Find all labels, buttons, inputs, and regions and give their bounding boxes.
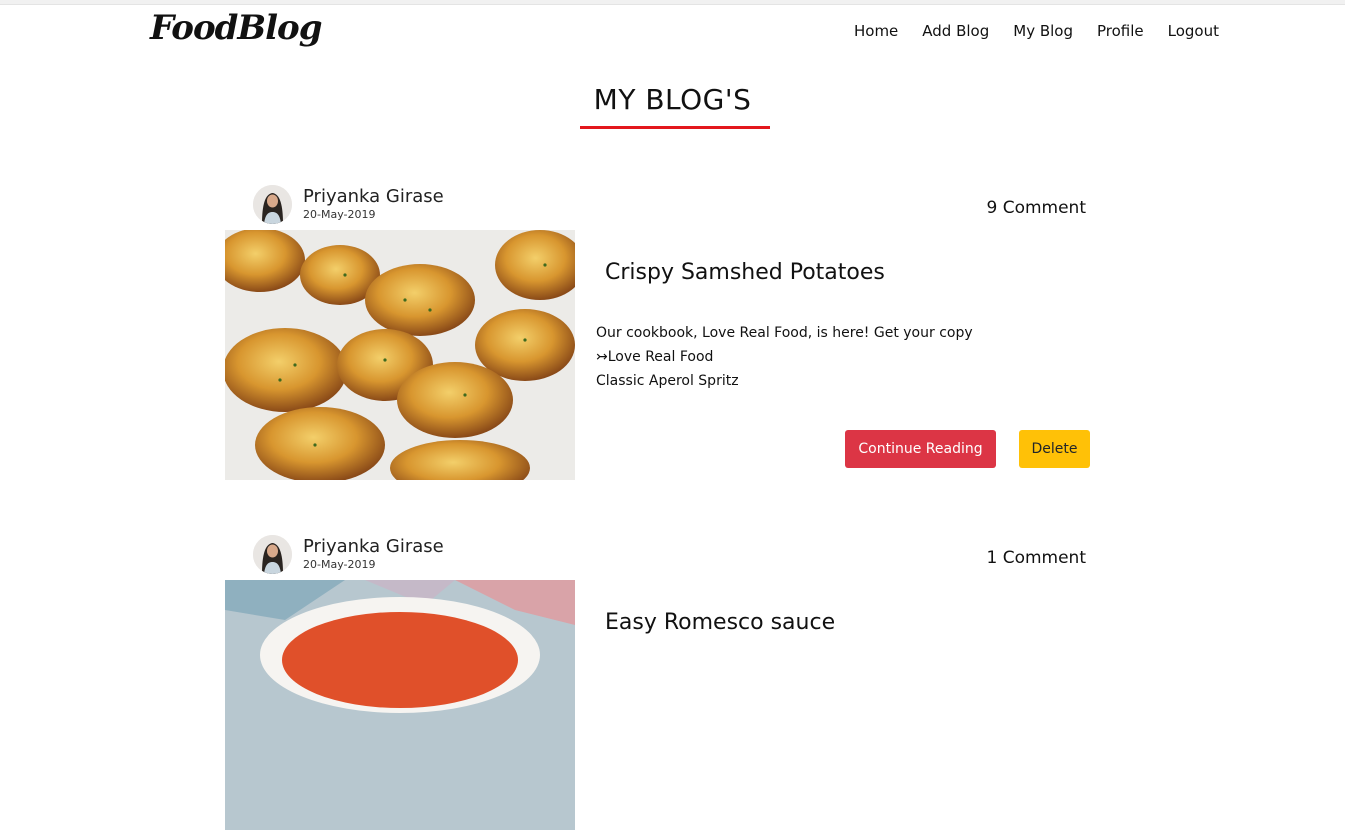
brand-logo[interactable]: FoodBlog	[150, 8, 323, 48]
excerpt-line: Our cookbook, Love Real Food, is here! G…	[596, 325, 973, 341]
excerpt-line: ↣Love Real Food	[596, 349, 714, 365]
post-title[interactable]: Easy Romesco sauce	[605, 610, 835, 635]
nav-my-blog-link[interactable]: My Blog	[1013, 22, 1073, 40]
author-avatar	[253, 535, 292, 574]
post-title[interactable]: Crispy Samshed Potatoes	[605, 260, 885, 285]
main-nav: Home Add Blog My Blog Profile Logout	[830, 22, 1219, 40]
page-title: MY BLOG'S	[593, 83, 752, 116]
comment-count[interactable]: 9 Comment	[986, 198, 1086, 218]
post-date: 20-May-2019	[303, 208, 376, 221]
post-thumbnail[interactable]	[225, 230, 575, 480]
title-underline	[580, 126, 770, 129]
author-name[interactable]: Priyanka Girase	[303, 186, 444, 207]
nav-logout-link[interactable]: Logout	[1168, 22, 1219, 40]
nav-add-blog-link[interactable]: Add Blog	[922, 22, 989, 40]
comment-count[interactable]: 1 Comment	[986, 548, 1086, 568]
post-thumbnail[interactable]	[225, 580, 575, 830]
nav-profile-link[interactable]: Profile	[1097, 22, 1144, 40]
post-excerpt: Our cookbook, Love Real Food, is here! G…	[596, 321, 973, 393]
author-avatar	[253, 185, 292, 224]
continue-reading-button[interactable]: Continue Reading	[845, 430, 996, 468]
browser-top-strip	[0, 0, 1345, 5]
excerpt-line: Classic Aperol Spritz	[596, 373, 739, 389]
author-name[interactable]: Priyanka Girase	[303, 536, 444, 557]
nav-home-link[interactable]: Home	[854, 22, 898, 40]
delete-button[interactable]: Delete	[1019, 430, 1090, 468]
post-date: 20-May-2019	[303, 558, 376, 571]
